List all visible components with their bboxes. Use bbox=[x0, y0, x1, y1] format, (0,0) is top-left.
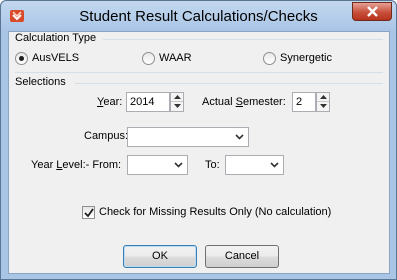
selections-heading: Selections bbox=[15, 76, 66, 88]
caret-down-icon bbox=[320, 104, 327, 108]
radio-synergetic[interactable] bbox=[263, 52, 276, 65]
dialog-body: Calculation Type AusVELS WAAR Synergetic… bbox=[8, 31, 390, 274]
year-level-label: Year Level:- From: bbox=[31, 159, 122, 171]
semester-spinner[interactable] bbox=[316, 92, 330, 112]
close-icon bbox=[367, 6, 378, 17]
year-level-to-dropdown[interactable] bbox=[225, 155, 284, 175]
year-label: Year: bbox=[97, 96, 123, 108]
radio-waar-label[interactable]: WAAR bbox=[159, 52, 192, 64]
semester-label: Actual Semester: bbox=[202, 96, 286, 108]
semester-value: 2 bbox=[296, 96, 303, 108]
check-missing-checkbox[interactable] bbox=[82, 206, 95, 219]
selections-top-divider bbox=[15, 72, 383, 73]
year-level-from-dropdown[interactable] bbox=[127, 155, 188, 175]
dialog-window: Student Result Calculations/Checks Calcu… bbox=[0, 0, 397, 280]
radio-ausvels[interactable] bbox=[15, 52, 28, 65]
radio-synergetic-label[interactable]: Synergetic bbox=[280, 52, 332, 64]
caret-up-icon bbox=[320, 95, 327, 99]
cancel-button[interactable]: Cancel bbox=[205, 245, 279, 268]
semester-down-button[interactable] bbox=[317, 102, 329, 111]
calculation-type-heading: Calculation Type bbox=[15, 32, 97, 44]
semester-input[interactable]: 2 bbox=[292, 92, 316, 112]
year-down-button[interactable] bbox=[171, 102, 183, 111]
close-button[interactable] bbox=[352, 2, 392, 21]
campus-label: Campus: bbox=[84, 130, 129, 142]
year-up-button[interactable] bbox=[171, 93, 183, 102]
check-missing-label[interactable]: Check for Missing Results Only (No calcu… bbox=[99, 206, 331, 218]
chevron-down-icon bbox=[174, 162, 183, 168]
ok-button[interactable]: OK bbox=[123, 245, 197, 268]
radio-waar[interactable] bbox=[142, 52, 155, 65]
year-level-to-label: To: bbox=[205, 159, 220, 171]
calculation-type-divider bbox=[103, 39, 383, 40]
year-input[interactable]: 2014 bbox=[126, 92, 170, 112]
caret-up-icon bbox=[174, 95, 181, 99]
selections-divider bbox=[75, 83, 383, 84]
campus-dropdown[interactable] bbox=[127, 127, 249, 147]
chevron-down-icon bbox=[270, 162, 279, 168]
year-spinner[interactable] bbox=[170, 92, 184, 112]
window-title: Student Result Calculations/Checks bbox=[79, 8, 318, 25]
chevron-down-icon bbox=[235, 134, 244, 140]
semester-up-button[interactable] bbox=[317, 93, 329, 102]
radio-ausvels-label[interactable]: AusVELS bbox=[32, 52, 79, 64]
caret-down-icon bbox=[174, 104, 181, 108]
checkmark-icon bbox=[84, 208, 94, 218]
title-bar[interactable]: Student Result Calculations/Checks bbox=[1, 1, 396, 31]
year-value: 2014 bbox=[130, 96, 155, 108]
